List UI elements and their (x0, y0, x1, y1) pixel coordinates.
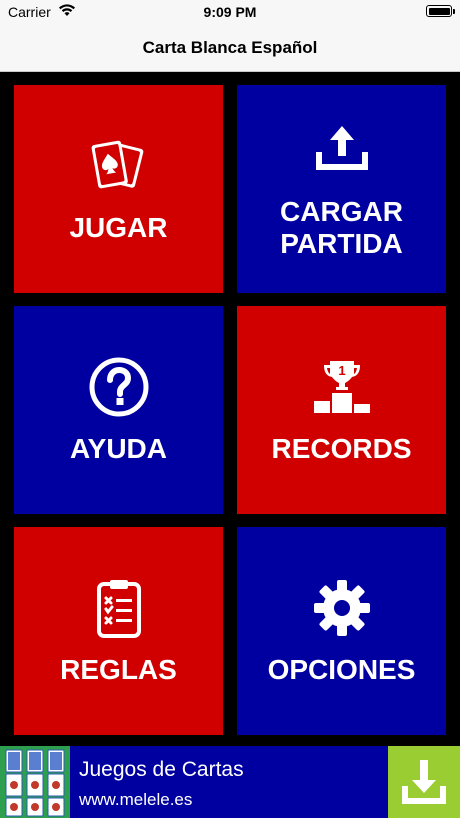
opciones-label: OPCIONES (267, 654, 416, 685)
jugar-button[interactable]: JUGAR (14, 85, 223, 293)
reglas-button[interactable]: REGLAS (14, 527, 223, 735)
cargar-partida-line-2: PARTIDA (280, 228, 403, 259)
ayuda-label: AYUDA (70, 433, 167, 464)
nav-bar: Carta Blanca Español (0, 26, 460, 72)
page-title: Carta Blanca Español (142, 38, 318, 57)
battery-icon (426, 5, 455, 17)
reglas-label: REGLAS (60, 654, 177, 685)
cargar-partida-label: CARGAR PARTIDA (280, 196, 403, 260)
question-circle-icon (89, 357, 148, 417)
upload-icon (315, 126, 368, 170)
records-label: RECORDS (271, 433, 412, 464)
jugar-label: JUGAR (69, 212, 168, 243)
download-icon (402, 760, 446, 804)
opciones-button[interactable]: OPCIONES (237, 527, 446, 735)
cargar-partida-button[interactable]: CARGAR PARTIDA (237, 85, 446, 293)
gear-icon (313, 580, 370, 636)
status-bar: Carrier 9:09 PM (0, 0, 460, 26)
cargar-partida-line-1: CARGAR (280, 196, 403, 227)
ad-thumbnail (0, 746, 70, 818)
clipboard-checklist-icon (96, 580, 141, 638)
clock: 9:09 PM (203, 4, 257, 20)
ayuda-button[interactable]: AYUDA (14, 306, 223, 514)
download-button[interactable] (388, 746, 460, 818)
ad-url: www.melele.es (79, 790, 193, 809)
ad-title: Juegos de Cartas (79, 758, 244, 781)
playing-cards-icon (91, 140, 143, 189)
svg-text:1: 1 (338, 363, 345, 378)
trophy-podium-icon: 1 (313, 361, 370, 413)
records-button[interactable]: 1 RECORDS (237, 306, 446, 514)
ad-banner[interactable]: Juegos de Cartas www.melele.es (0, 746, 460, 818)
